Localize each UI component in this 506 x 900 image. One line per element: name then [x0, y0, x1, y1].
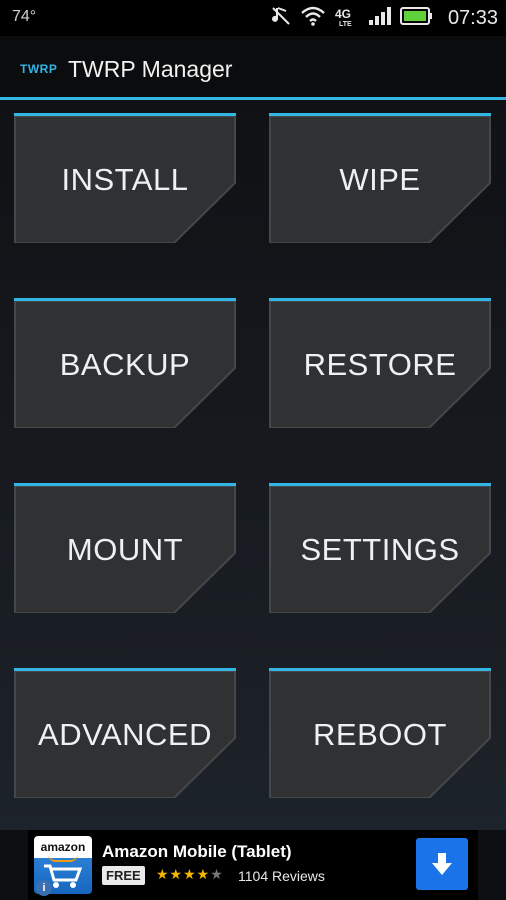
clock: 07:33	[447, 6, 498, 29]
music-muted-icon	[270, 5, 292, 32]
ad-banner[interactable]: amazon i Amazon Mobile (Tablet) FREE ★★★…	[28, 830, 478, 900]
action-bar: TWRP TWRP Manager	[0, 36, 506, 100]
backup-label: BACKUP	[59, 346, 191, 382]
svg-text:LTE: LTE	[339, 21, 352, 27]
wipe-label: WIPE	[339, 161, 421, 197]
restore-button[interactable]: RESTORE	[269, 298, 491, 428]
svg-text:4G: 4G	[335, 7, 351, 21]
app-logo[interactable]: TWRP	[20, 62, 57, 76]
battery-icon	[399, 6, 434, 31]
wifi-icon	[300, 5, 326, 32]
reboot-button[interactable]: REBOOT	[269, 668, 491, 798]
star-rating: ★★★★★	[156, 866, 224, 882]
ad-info-icon[interactable]: i	[36, 880, 52, 896]
mount-label: MOUNT	[66, 531, 184, 567]
4g-lte-icon: 4G LTE	[334, 5, 360, 32]
advanced-button[interactable]: ADVANCED	[14, 668, 236, 798]
review-count: 1104 Reviews	[238, 868, 325, 884]
download-button[interactable]	[416, 838, 468, 890]
wipe-button[interactable]: WIPE	[269, 113, 491, 243]
price-badge: FREE	[102, 866, 145, 885]
settings-button[interactable]: SETTINGS	[269, 483, 491, 613]
mount-button[interactable]: MOUNT	[14, 483, 236, 613]
status-bar: 74° 4G LTE 07:33	[0, 0, 506, 36]
reboot-label: REBOOT	[313, 716, 447, 752]
install-button[interactable]: INSTALL	[14, 113, 236, 243]
advanced-label: ADVANCED	[38, 716, 212, 752]
install-label: INSTALL	[61, 161, 189, 197]
settings-label: SETTINGS	[300, 531, 460, 567]
restore-label: RESTORE	[303, 346, 457, 382]
backup-button[interactable]: BACKUP	[14, 298, 236, 428]
amazon-logo-text: amazon	[40, 840, 86, 854]
ad-title: Amazon Mobile (Tablet)	[102, 842, 292, 861]
signal-strength-icon	[368, 6, 392, 31]
download-arrow-icon	[432, 853, 452, 875]
temperature-readout: 74°	[12, 8, 37, 25]
app-title: TWRP Manager	[68, 56, 233, 82]
amazon-smile-icon	[48, 854, 78, 862]
